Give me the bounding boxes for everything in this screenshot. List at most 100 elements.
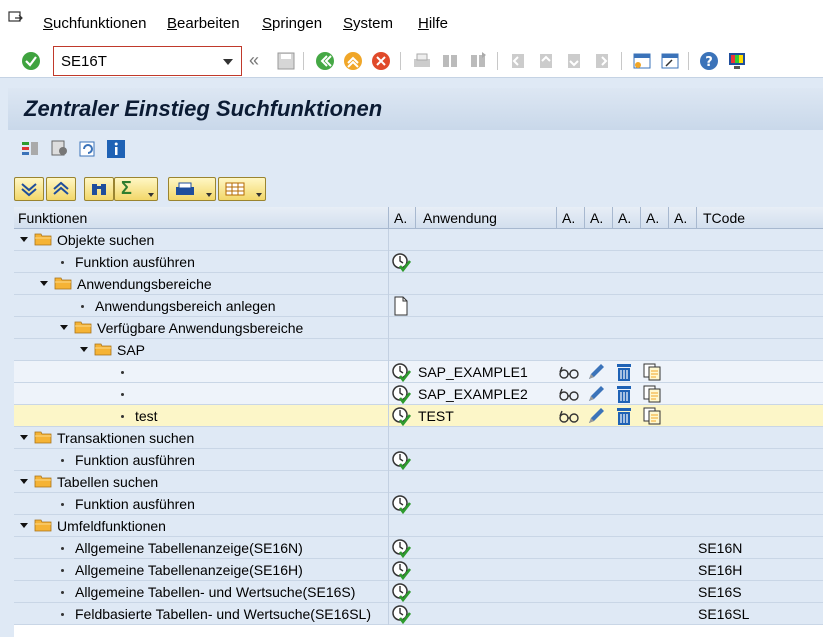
tree-folder-row[interactable]: Verfügbare Anwendungsbereiche <box>14 317 823 339</box>
tree-node-label[interactable]: Verfügbare Anwendungsbereiche <box>97 320 303 336</box>
exit-icon[interactable] <box>343 51 363 71</box>
tree-leaf-row[interactable]: Funktion ausführen <box>14 449 823 471</box>
tree-folder-row[interactable]: Objekte suchen <box>14 229 823 251</box>
sum-button[interactable]: Σ <box>114 177 158 201</box>
shortcut-icon[interactable] <box>660 51 680 71</box>
menu-hilfe[interactable]: Hilfe <box>418 15 448 32</box>
tree-node-label[interactable]: Funktion ausführen <box>75 496 195 512</box>
execute-icon[interactable] <box>391 384 412 405</box>
execute-icon[interactable] <box>391 406 412 427</box>
enter-icon[interactable] <box>21 51 41 71</box>
tree-node-label[interactable]: Anwendungsbereich anlegen <box>95 298 276 314</box>
tree-node-label[interactable]: test <box>135 408 158 424</box>
tree-leaf-row[interactable]: Allgemeine Tabellen- und Wertsuche(SE16S… <box>14 581 823 603</box>
execute-icon[interactable] <box>391 362 412 383</box>
tree-node-label[interactable]: SAP <box>117 342 145 358</box>
user-settings-icon[interactable] <box>50 139 70 159</box>
system-menu-icon[interactable] <box>8 11 24 25</box>
tree-node-label[interactable]: Umfeldfunktionen <box>57 518 166 534</box>
tree-node-label[interactable]: Objekte suchen <box>57 232 154 248</box>
tree-folder-row[interactable]: SAP <box>14 339 823 361</box>
tree-node-label[interactable]: Allgemeine Tabellenanzeige(SE16H) <box>75 562 303 578</box>
back-icon[interactable] <box>315 51 335 71</box>
tree-leaf-row[interactable]: Feldbasierte Tabellen- und Wertsuche(SE1… <box>14 603 823 625</box>
menu-system[interactable]: System <box>343 15 393 32</box>
new-document-icon[interactable] <box>391 296 411 316</box>
expand-triangle-icon[interactable] <box>40 281 48 286</box>
expand-triangle-icon[interactable] <box>20 435 28 440</box>
delete-trash-icon[interactable] <box>614 406 634 426</box>
display-hierarchy-icon[interactable] <box>20 139 40 159</box>
menu-springen[interactable]: Springen <box>262 15 322 32</box>
column-header-tcode[interactable]: TCode <box>703 210 745 226</box>
tree-folder-row[interactable]: Transaktionen suchen <box>14 427 823 449</box>
edit-pencil-icon[interactable] <box>586 384 606 404</box>
tree-node-label[interactable]: Funktion ausführen <box>75 452 195 468</box>
first-page-icon[interactable] <box>508 51 528 71</box>
column-header-a1[interactable]: A. <box>394 210 407 226</box>
print-icon[interactable] <box>412 51 432 71</box>
execute-icon[interactable] <box>391 494 412 515</box>
expand-all-button[interactable] <box>14 177 44 201</box>
tree-folder-row[interactable]: Umfeldfunktionen <box>14 515 823 537</box>
find-icon[interactable] <box>440 51 460 71</box>
last-page-icon[interactable] <box>592 51 612 71</box>
expand-triangle-icon[interactable] <box>80 347 88 352</box>
refresh-icon[interactable] <box>78 139 98 159</box>
edit-pencil-icon[interactable] <box>586 406 606 426</box>
cancel-icon[interactable] <box>371 51 391 71</box>
info-icon[interactable] <box>106 139 126 159</box>
tree-leaf-row[interactable]: SAP_EXAMPLE2 <box>14 383 823 405</box>
tree-node-label[interactable]: Anwendungsbereiche <box>77 276 212 292</box>
find-button[interactable] <box>84 177 114 201</box>
expand-triangle-icon[interactable] <box>20 237 28 242</box>
display-glasses-icon[interactable] <box>558 364 579 384</box>
tree-leaf-row[interactable]: Funktion ausführen <box>14 251 823 273</box>
column-header-a5[interactable]: A. <box>646 210 659 226</box>
previous-page-icon[interactable] <box>536 51 556 71</box>
tree-leaf-row[interactable]: Funktion ausführen <box>14 493 823 515</box>
execute-icon[interactable] <box>391 252 412 273</box>
tree-leaf-row[interactable]: Allgemeine Tabellenanzeige(SE16H) SE16H <box>14 559 823 581</box>
menu-bearbeiten[interactable]: Bearbeiten <box>167 15 240 32</box>
column-header-anwendung[interactable]: Anwendung <box>423 210 497 226</box>
create-session-icon[interactable] <box>632 51 652 71</box>
print-button[interactable] <box>168 177 216 201</box>
tree-node-label[interactable]: Transaktionen suchen <box>57 430 194 446</box>
tree-node-label[interactable]: Feldbasierte Tabellen- und Wertsuche(SE1… <box>75 606 371 622</box>
edit-pencil-icon[interactable] <box>586 362 606 382</box>
layout-button[interactable] <box>218 177 266 201</box>
execute-icon[interactable] <box>391 582 412 603</box>
execute-icon[interactable] <box>391 450 412 471</box>
display-glasses-icon[interactable] <box>558 386 579 406</box>
tree-leaf-row[interactable]: SAP_EXAMPLE1 <box>14 361 823 383</box>
column-header-a4[interactable]: A. <box>618 210 631 226</box>
next-page-icon[interactable] <box>564 51 584 71</box>
menu-suchfunktionen[interactable]: Suchfunktionen <box>43 15 146 32</box>
tree-node-label[interactable]: Allgemeine Tabellen- und Wertsuche(SE16S… <box>75 584 355 600</box>
tree-leaf-row[interactable]: test TEST <box>14 405 823 427</box>
delete-trash-icon[interactable] <box>614 384 634 404</box>
find-next-icon[interactable] <box>468 51 488 71</box>
tree-node-label[interactable]: Funktion ausführen <box>75 254 195 270</box>
expand-triangle-icon[interactable] <box>20 479 28 484</box>
tree-node-label[interactable]: Allgemeine Tabellenanzeige(SE16N) <box>75 540 303 556</box>
chevron-down-icon[interactable] <box>223 59 233 65</box>
tree-leaf-row[interactable]: Allgemeine Tabellenanzeige(SE16N) SE16N <box>14 537 823 559</box>
execute-icon[interactable] <box>391 604 412 625</box>
double-left-icon[interactable]: « <box>249 50 269 70</box>
tree-leaf-row[interactable]: Anwendungsbereich anlegen <box>14 295 823 317</box>
copy-icon[interactable] <box>642 362 662 382</box>
delete-trash-icon[interactable] <box>614 362 634 382</box>
save-icon[interactable] <box>276 51 296 71</box>
tree-folder-row[interactable]: Tabellen suchen <box>14 471 823 493</box>
copy-icon[interactable] <box>642 384 662 404</box>
command-field[interactable]: SE16T <box>53 46 242 76</box>
column-header-a6[interactable]: A. <box>674 210 687 226</box>
help-icon[interactable]: ? <box>699 51 719 71</box>
execute-icon[interactable] <box>391 560 412 581</box>
execute-icon[interactable] <box>391 538 412 559</box>
copy-icon[interactable] <box>642 406 662 426</box>
customize-layout-icon[interactable] <box>727 51 747 71</box>
column-header-a2[interactable]: A. <box>562 210 575 226</box>
